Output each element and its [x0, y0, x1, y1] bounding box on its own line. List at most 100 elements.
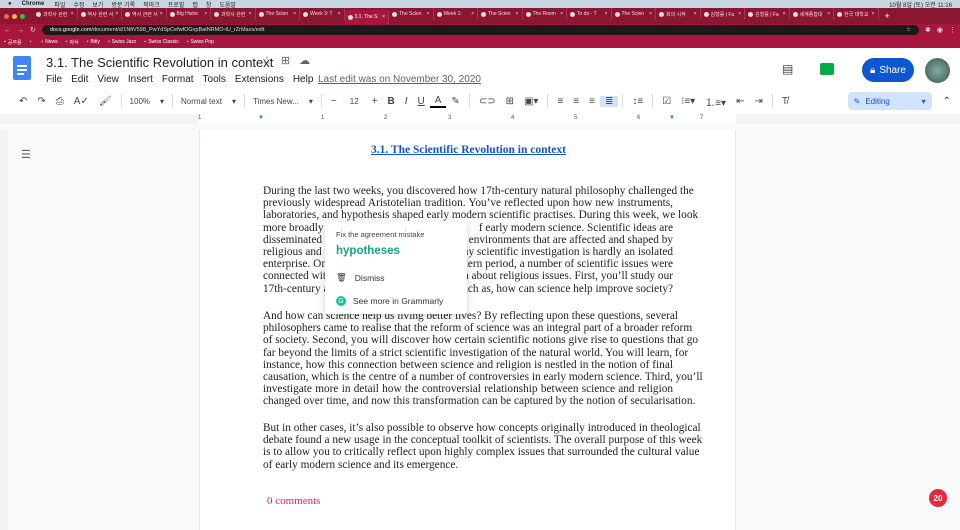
- docs-logo-icon[interactable]: [13, 56, 31, 80]
- font-size-input[interactable]: 12: [342, 97, 367, 106]
- document-title[interactable]: 3.1. The Scientific Revolution in contex…: [46, 55, 273, 70]
- add-comment-icon[interactable]: ⊞: [501, 96, 519, 107]
- menu-extensions[interactable]: Extensions: [235, 74, 284, 85]
- decrease-font-size-button[interactable]: −: [326, 96, 342, 107]
- last-edit-link[interactable]: Last edit was on November 30, 2020: [318, 74, 481, 85]
- bookmark-item[interactable]: ▪ 공부용: [4, 39, 22, 46]
- bookmark-item[interactable]: ▪: [30, 39, 34, 45]
- close-tab-icon[interactable]: ×: [338, 11, 341, 17]
- extensions-icon[interactable]: ✱: [925, 26, 931, 34]
- undo-icon[interactable]: ↶: [14, 96, 32, 107]
- window-controls[interactable]: [4, 13, 25, 19]
- align-left-icon[interactable]: ≡: [552, 96, 568, 107]
- new-tab-button[interactable]: +: [885, 11, 890, 21]
- share-button[interactable]: 🔒︎ Share: [862, 58, 914, 82]
- menu-tools[interactable]: Tools: [203, 74, 226, 85]
- link-icon[interactable]: ⊂⊃: [474, 96, 501, 107]
- bold-icon[interactable]: B: [383, 96, 400, 107]
- font-select[interactable]: Times New... ▾: [249, 97, 317, 106]
- close-tab-icon[interactable]: ×: [872, 11, 875, 17]
- back-icon[interactable]: ←: [4, 27, 11, 34]
- close-tab-icon[interactable]: ×: [471, 11, 474, 17]
- dismiss-button[interactable]: 🗑︎ Dismiss: [336, 272, 385, 283]
- menu-edit[interactable]: Edit: [71, 74, 88, 85]
- align-center-icon[interactable]: ≡: [568, 96, 584, 107]
- star-icon[interactable]: ☆: [262, 54, 272, 67]
- close-tab-icon[interactable]: ×: [204, 11, 207, 17]
- menu-view[interactable]: View: [97, 74, 119, 85]
- cloud-saved-icon[interactable]: ☁: [299, 54, 310, 67]
- grammarly-badge[interactable]: 20: [929, 489, 947, 507]
- browser-tab[interactable]: Big Histor ×: [167, 8, 211, 20]
- app-name[interactable]: Chrome: [22, 1, 45, 7]
- highlight-icon[interactable]: ✎: [446, 96, 464, 107]
- url-input[interactable]: docs.google.com/document/d/1NfiV598_PwYd…: [41, 25, 920, 35]
- align-right-icon[interactable]: ≡: [584, 96, 600, 107]
- clock[interactable]: 10월 8일 (토) 오전 11:16: [889, 0, 952, 9]
- line-spacing-icon[interactable]: ↕≡: [627, 96, 648, 107]
- close-tab-icon[interactable]: ×: [827, 11, 830, 17]
- comments-link[interactable]: 0 comments: [267, 495, 320, 507]
- close-tab-icon[interactable]: ×: [293, 11, 296, 17]
- meet-icon[interactable]: [820, 63, 834, 75]
- justify-icon[interactable]: ≣: [599, 95, 619, 107]
- clear-formatting-icon[interactable]: T̸: [777, 96, 793, 107]
- print-icon[interactable]: ⎙: [51, 96, 69, 107]
- browser-tab[interactable]: The Scien ×: [256, 8, 300, 20]
- paragraph-3[interactable]: But in other cases, it’s also possible t…: [263, 422, 702, 471]
- close-tab-icon[interactable]: ×: [115, 11, 118, 17]
- browser-tab[interactable]: The Room ×: [523, 8, 567, 20]
- browser-tab[interactable]: 역사 관련 서 ×: [122, 8, 167, 20]
- paint-format-icon[interactable]: 🖌︎: [94, 96, 117, 107]
- browser-tab[interactable]: 한국 대학교 ×: [834, 8, 879, 20]
- insert-image-icon[interactable]: ▣▾: [519, 96, 543, 107]
- style-select[interactable]: Normal text ▾: [177, 97, 240, 106]
- text-color-icon[interactable]: A: [429, 95, 447, 108]
- underline-icon[interactable]: U: [413, 96, 430, 107]
- browser-tab[interactable]: Week 1: ×: [434, 8, 478, 20]
- comment-history-icon[interactable]: ▤: [782, 62, 793, 76]
- browser-tab[interactable]: 역사 관련 서 ×: [78, 8, 122, 20]
- spellcheck-icon[interactable]: A✓: [69, 96, 94, 107]
- close-tab-icon[interactable]: ×: [427, 11, 430, 17]
- bookmark-item[interactable]: ▪ Bitly: [87, 39, 100, 45]
- italic-icon[interactable]: I: [400, 96, 413, 107]
- horizontal-ruler[interactable]: 1 1 2 3 4 5 6 7 ▼ ▼: [0, 114, 960, 124]
- profile-icon[interactable]: ◉: [937, 26, 943, 34]
- indent-marker-icon[interactable]: ▼: [258, 115, 264, 121]
- close-tab-icon[interactable]: ×: [516, 11, 519, 17]
- paragraph-2[interactable]: And how can science help us living bette…: [263, 310, 703, 408]
- browser-tab[interactable]: 3.1. The S ×: [344, 10, 389, 24]
- bookmark-item[interactable]: ▪ 자식: [66, 39, 79, 46]
- forward-icon[interactable]: →: [17, 27, 24, 34]
- reload-icon[interactable]: ↻: [30, 26, 36, 34]
- apple-icon[interactable]: ●: [8, 1, 12, 7]
- bookmark-item[interactable]: ▪ Swiss Pop: [187, 39, 214, 45]
- avatar[interactable]: [925, 58, 950, 83]
- browser-tab[interactable]: 김형률 | Fa ×: [701, 8, 745, 20]
- close-tab-icon[interactable]: ×: [249, 11, 252, 17]
- browser-tab[interactable]: Week 3: T ×: [300, 8, 345, 20]
- browser-tab[interactable]: The Scien ×: [612, 8, 656, 20]
- zoom-select[interactable]: 100% ▾: [126, 97, 168, 106]
- browser-tab[interactable]: 과학사 관련 ×: [211, 8, 256, 20]
- bookmark-item[interactable]: ▪ Swiss Jazz: [108, 39, 137, 45]
- browser-tab[interactable]: 세계종합대 ×: [790, 8, 834, 20]
- collapse-toolbar-icon[interactable]: ⌃: [938, 96, 956, 107]
- close-tab-icon[interactable]: ×: [160, 11, 163, 17]
- right-indent-marker-icon[interactable]: ▼: [669, 115, 675, 121]
- suggestion-replacement[interactable]: hypotheses: [336, 245, 400, 257]
- close-tab-icon[interactable]: ×: [738, 11, 741, 17]
- menu-help[interactable]: Help: [293, 74, 314, 85]
- close-tab-icon[interactable]: ×: [71, 11, 74, 17]
- browser-tab[interactable]: The Scien ×: [478, 8, 523, 20]
- menu-icon[interactable]: ⋮: [949, 26, 956, 34]
- close-tab-icon[interactable]: ×: [605, 11, 608, 17]
- editing-mode-select[interactable]: ✎ Editing ▾: [847, 92, 932, 110]
- bookmark-item[interactable]: ▪ Swiss Classic: [144, 39, 178, 45]
- close-tab-icon[interactable]: ×: [783, 11, 786, 17]
- document-outline-icon[interactable]: ☰: [21, 148, 31, 161]
- bookmark-star-icon[interactable]: ☆: [906, 27, 911, 33]
- see-more-grammarly-button[interactable]: G See more in Grammarly: [336, 296, 443, 306]
- browser-tab[interactable]: 김형률 | Fa ×: [745, 8, 790, 20]
